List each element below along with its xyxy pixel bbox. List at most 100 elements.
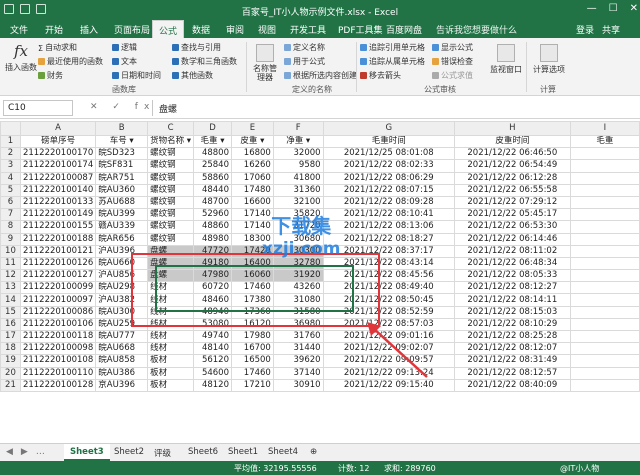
cell[interactable] [569, 342, 640, 356]
row-header[interactable]: 19 [0, 354, 21, 368]
login-link[interactable]: 登录 [576, 23, 594, 36]
cell[interactable]: 48140 [193, 342, 232, 356]
cell[interactable]: 39620 [272, 354, 324, 368]
cell[interactable]: 2021/12/22 08:09:28 [322, 195, 455, 210]
cell[interactable]: 皖SF831 [95, 159, 149, 173]
cell[interactable]: 48980 [193, 232, 232, 246]
cell[interactable]: 2021/12/22 06:54:49 [453, 159, 571, 173]
formula-input[interactable]: 盘螺 [152, 100, 636, 116]
row-header[interactable]: 10 [0, 244, 21, 258]
cell[interactable]: 2112220100106 [19, 317, 97, 332]
cell[interactable]: 2112220100098 [19, 342, 97, 356]
cell[interactable]: 2112220100128 [19, 378, 97, 392]
cell[interactable]: 25840 [193, 159, 232, 173]
row-header[interactable]: 4 [0, 171, 21, 185]
row-header[interactable]: 9 [0, 232, 21, 246]
cell[interactable]: 2021/12/22 08:11:02 [453, 244, 571, 258]
cell[interactable]: 31360 [272, 183, 324, 197]
row-header[interactable]: 16 [0, 317, 21, 332]
insert-function-button[interactable]: fx 插入函数 [4, 42, 38, 73]
cell[interactable]: 2021/12/22 08:10:41 [322, 208, 455, 222]
cell[interactable]: 2021/12/22 06:14:46 [453, 232, 571, 246]
header-cell[interactable]: 毛重 ▾ [193, 134, 232, 149]
cell[interactable]: 皖AR656 [95, 232, 149, 246]
sheet-tab-sheet6[interactable]: Sheet6 [182, 444, 224, 461]
more-functions-button[interactable]: 其他函数 [172, 70, 213, 81]
cell[interactable]: 赣AU339 [95, 220, 149, 234]
cell[interactable]: 2112220100126 [19, 256, 97, 271]
row-header[interactable]: 21 [0, 378, 21, 392]
tab-page-layout[interactable]: 页面布局 [114, 23, 150, 36]
column-header[interactable]: C [147, 121, 195, 136]
cell[interactable]: 螺纹钢 [147, 195, 195, 210]
cell[interactable] [569, 329, 640, 344]
cell[interactable] [569, 159, 640, 173]
financial-button[interactable]: 财务 [38, 70, 63, 81]
tab-developer[interactable]: 开发工具 [290, 23, 326, 36]
cell[interactable] [569, 378, 640, 392]
use-in-formula-button[interactable]: 用于公式 [284, 56, 325, 67]
cell[interactable]: 2021/12/22 08:15:03 [453, 305, 571, 319]
cell[interactable] [569, 281, 640, 295]
tab-file[interactable]: 文件 [10, 23, 28, 36]
cell[interactable] [569, 171, 640, 185]
cell[interactable] [569, 317, 640, 332]
row-header[interactable]: 15 [0, 305, 21, 319]
tell-me-search[interactable]: 告诉我您想要做什么 [436, 23, 517, 36]
tab-baidu-netdisk[interactable]: 百度网盘 [386, 23, 422, 36]
cell[interactable]: 54600 [193, 366, 232, 380]
cell[interactable]: 2112220100118 [19, 329, 97, 344]
sheet-tab-rating[interactable]: 评级 [148, 444, 177, 461]
row-header[interactable]: 1 [0, 134, 21, 149]
cell[interactable]: 9580 [272, 159, 324, 173]
share-button[interactable]: 共享 [602, 23, 620, 36]
cell[interactable]: 48700 [193, 195, 232, 210]
row-header[interactable]: 18 [0, 342, 21, 356]
tab-formulas[interactable]: 公式 [152, 20, 185, 38]
cell[interactable]: 螺纹钢 [147, 220, 195, 234]
error-checking-button[interactable]: 错误检查 [432, 56, 473, 67]
cell[interactable]: 2021/12/22 07:29:12 [453, 195, 571, 210]
close-icon[interactable]: ✕ [630, 3, 638, 14]
cell[interactable]: 板材 [147, 354, 195, 368]
cell[interactable]: 2112220100087 [19, 171, 97, 185]
calculation-options-button[interactable]: 计算选项 [530, 44, 568, 75]
cell[interactable]: 32100 [272, 195, 324, 210]
tab-pdf-tools[interactable]: PDF工具集 [338, 23, 383, 36]
cell[interactable]: 京AU396 [95, 378, 149, 392]
name-manager-button[interactable]: 名称管理器 [250, 44, 280, 82]
cell[interactable] [569, 147, 640, 161]
header-cell[interactable]: 毛重时间 [322, 134, 455, 149]
formula-bar-buttons[interactable]: ✕ ✓ fx [90, 102, 155, 112]
cell[interactable]: 2112220100155 [19, 220, 97, 234]
select-all-corner[interactable] [0, 121, 21, 136]
add-sheet-button[interactable]: ⊕ [304, 444, 323, 461]
row-header[interactable]: 17 [0, 329, 21, 344]
cell[interactable]: 52960 [193, 208, 232, 222]
cell[interactable] [569, 366, 640, 380]
cell[interactable] [569, 195, 640, 210]
cell[interactable]: 板材 [147, 378, 195, 392]
column-header[interactable]: I [569, 121, 640, 136]
cell[interactable]: 板材 [147, 366, 195, 380]
date-time-button[interactable]: 日期和时间 [112, 70, 161, 81]
cell[interactable]: 皖AU858 [95, 354, 149, 368]
cell[interactable]: 皖SD323 [95, 147, 149, 161]
evaluate-formula-button[interactable]: 公式求值 [432, 70, 473, 81]
cell[interactable] [569, 305, 640, 319]
cell[interactable]: 2021/12/22 06:53:30 [453, 220, 571, 234]
cell[interactable]: 31440 [272, 342, 324, 356]
define-name-button[interactable]: 定义名称 [284, 42, 325, 53]
cell[interactable]: 皖AU386 [95, 366, 149, 380]
cell[interactable]: 37140 [272, 366, 324, 380]
autosum-button[interactable]: Σ 自动求和 [38, 42, 77, 53]
column-header[interactable]: G [322, 121, 455, 136]
recent-functions-button[interactable]: 最近使用的函数 [38, 56, 103, 67]
cell[interactable]: 31760 [272, 329, 324, 344]
show-formulas-button[interactable]: 显示公式 [432, 42, 473, 53]
cell[interactable]: 2112220100140 [19, 183, 97, 197]
cell[interactable] [569, 256, 640, 271]
cell[interactable]: 2021/12/22 08:12:27 [453, 281, 571, 295]
row-header[interactable]: 14 [0, 293, 21, 307]
name-box[interactable]: C10 [3, 100, 73, 116]
